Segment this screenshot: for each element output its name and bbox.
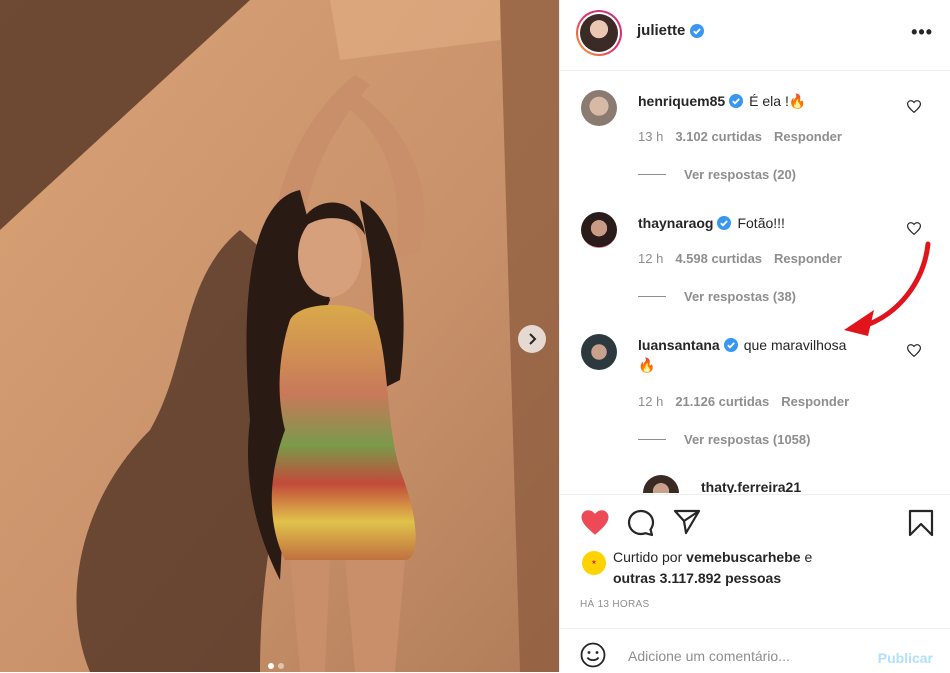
comment-like-heart-icon[interactable] — [907, 100, 921, 113]
author-username-row[interactable]: juliette — [637, 22, 705, 39]
next-photo-button[interactable] — [518, 325, 546, 353]
comments-list: henriquem85 É ela !🔥 13 h 3.102 curtidas … — [560, 71, 950, 493]
commenter-username[interactable]: henriquem85 — [638, 93, 725, 109]
add-comment-bar: Publicar — [560, 628, 950, 673]
comment-meta: 12 h 21.126 curtidas Responder — [638, 394, 849, 409]
commenter-username[interactable]: thaynaraog — [638, 215, 713, 231]
comment-time[interactable]: 12 h — [638, 251, 663, 266]
commenter-avatar[interactable] — [581, 212, 617, 248]
publish-button[interactable]: Publicar — [878, 650, 933, 666]
liked-by-conjunction: e — [804, 549, 813, 565]
verified-badge-icon — [690, 23, 705, 38]
comment-text-row: thaynaraog Fotão!!! — [638, 213, 901, 233]
verified-badge-icon — [717, 216, 732, 230]
comment-time[interactable]: 12 h — [638, 394, 663, 409]
carousel-dots — [268, 663, 284, 669]
carousel-dot — [278, 663, 284, 669]
save-bookmark-icon[interactable] — [908, 509, 934, 537]
chevron-right-icon — [529, 333, 537, 345]
divider-line — [638, 296, 666, 297]
more-options-button[interactable]: ••• — [911, 22, 933, 43]
comment-like-heart-icon[interactable] — [907, 344, 921, 357]
verified-badge-icon — [723, 338, 738, 352]
view-replies-button[interactable]: Ver respostas (20) — [638, 167, 796, 182]
comment-text-row: luansantana que maravilhosa 🔥 — [638, 335, 901, 375]
view-replies-label: Ver respostas (38) — [684, 289, 797, 304]
comment-text: que maravilhosa — [743, 337, 847, 353]
post-timestamp[interactable]: HÁ 13 HORAS — [580, 599, 649, 610]
post-photo — [0, 0, 559, 672]
post-panel: juliette ••• henriquem85 É ela !🔥 13 h 3.… — [559, 0, 950, 672]
reply-username[interactable]: thaty.ferreira21 — [701, 479, 801, 493]
likes-count-link[interactable]: outras 3.117.892 pessoas — [613, 570, 781, 586]
view-replies-button[interactable]: Ver respostas (1058) — [638, 432, 810, 447]
photo-image — [0, 0, 559, 672]
carousel-dot-active — [268, 663, 274, 669]
comment-like-heart-icon[interactable] — [907, 222, 921, 235]
author-username[interactable]: juliette — [637, 22, 685, 39]
reply-avatar[interactable] — [643, 475, 679, 493]
view-replies-label: Ver respostas (1058) — [684, 432, 811, 447]
liked-by-text: Curtido por vemebuscarhebe e outras 3.11… — [613, 547, 933, 589]
emoji-icon[interactable] — [580, 642, 606, 668]
commenter-avatar[interactable] — [581, 90, 617, 126]
comment-likes[interactable]: 3.102 curtidas — [675, 129, 762, 144]
comment-meta: 12 h 4.598 curtidas Responder — [638, 251, 842, 266]
comment-icon[interactable] — [627, 509, 655, 537]
comment-emoji: 🔥 — [638, 357, 656, 373]
view-replies-button[interactable]: Ver respostas (38) — [638, 289, 796, 304]
comment-likes[interactable]: 4.598 curtidas — [675, 251, 762, 266]
liked-by-avatar[interactable]: ★ — [582, 551, 606, 575]
verified-badge-icon — [729, 94, 744, 108]
reply-button[interactable]: Responder — [774, 129, 842, 144]
reply-button[interactable]: Responder — [774, 251, 842, 266]
comment-text: Fotão!!! — [737, 215, 785, 231]
comment-likes[interactable]: 21.126 curtidas — [675, 394, 769, 409]
comment-meta: 13 h 3.102 curtidas Responder — [638, 129, 842, 144]
comment-text: É ela !🔥 — [749, 93, 807, 109]
liked-by-prefix: Curtido por — [613, 549, 683, 565]
comment-text-row: henriquem85 É ela !🔥 — [638, 91, 901, 111]
divider-line — [638, 174, 666, 175]
reply-button[interactable]: Responder — [781, 394, 849, 409]
commenter-username[interactable]: luansantana — [638, 337, 720, 353]
commenter-avatar[interactable] — [581, 334, 617, 370]
view-replies-label: Ver respostas (20) — [684, 167, 797, 182]
author-avatar[interactable] — [576, 10, 622, 56]
liked-by-username[interactable]: vemebuscarhebe — [686, 549, 800, 565]
comment-input[interactable] — [626, 647, 830, 665]
comment-time[interactable]: 13 h — [638, 129, 663, 144]
share-icon[interactable] — [673, 509, 701, 535]
liked-heart-icon[interactable] — [580, 509, 610, 536]
divider-line — [638, 439, 666, 440]
post-actions: ★ Curtido por vemebuscarhebe e outras 3.… — [560, 494, 950, 630]
post-header: juliette ••• — [560, 0, 950, 71]
